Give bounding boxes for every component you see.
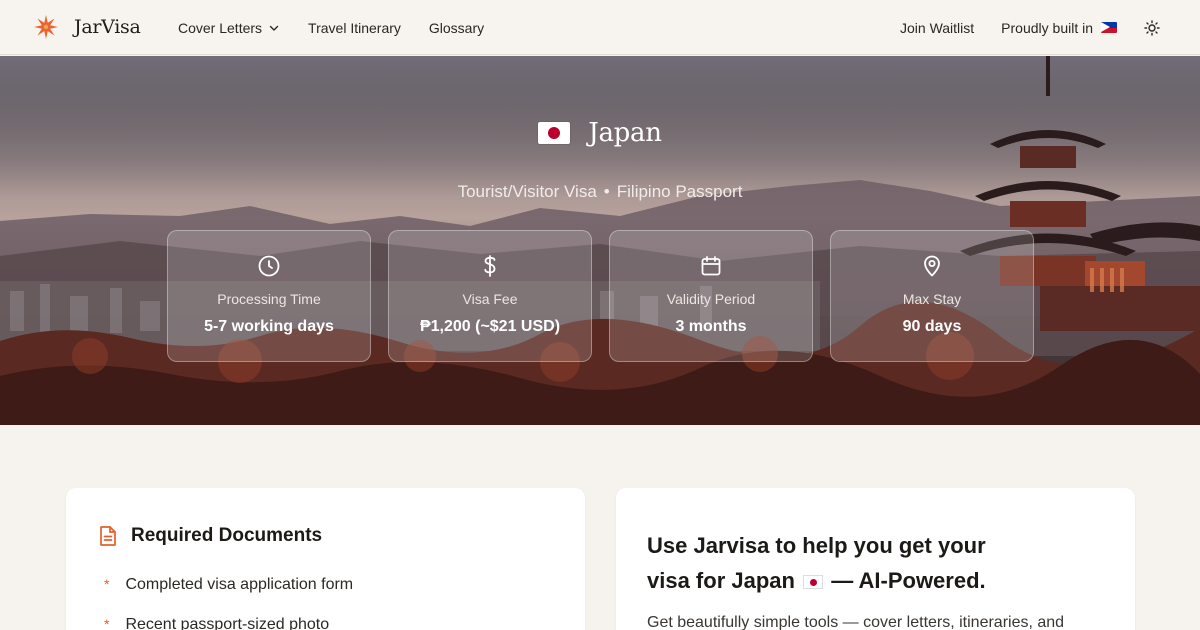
jarvisa-promo-card: Use Jarvisa to help you get your visa fo… — [616, 488, 1135, 630]
nav-glossary-link[interactable]: Glossary — [429, 20, 484, 36]
japan-flag-icon — [538, 122, 571, 144]
philippines-flag-icon — [1101, 22, 1117, 33]
visa-stats: Processing Time 5-7 working days Visa Fe… — [167, 230, 1034, 362]
sun-icon — [1144, 19, 1160, 36]
stat-card-max-stay: Max Stay 90 days — [830, 230, 1034, 362]
stat-value: 5-7 working days — [204, 318, 334, 335]
bullet-asterisk: * — [104, 576, 110, 592]
document-item-label: Recent passport-sized photo — [125, 616, 330, 630]
nav-travel-itinerary-link[interactable]: Travel Itinerary — [308, 20, 401, 36]
hero-banner: Japan Tourist/Visitor Visa • Filipino Pass… — [0, 56, 1200, 425]
country-title: Japan — [588, 118, 662, 148]
stat-label: Processing Time — [217, 291, 321, 307]
theme-toggle-button[interactable] — [1144, 19, 1160, 36]
stat-label: Validity Period — [666, 291, 756, 307]
required-documents-list: * Completed visa application form * Recent… — [104, 576, 353, 630]
promo-heading: Use Jarvisa to help you get your visa fo… — [647, 528, 1047, 598]
stat-value: 90 days — [902, 318, 962, 335]
passport-type: Filipino Passport — [616, 182, 743, 201]
calendar-icon — [701, 256, 721, 276]
nav-glossary-label: Glossary — [428, 19, 485, 36]
stat-card-processing-time: Processing Time 5-7 working days — [167, 230, 371, 362]
stat-value: 3 months — [675, 318, 747, 335]
stat-card-visa-fee: Visa Fee ₱1,200 (~$21 USD) — [388, 230, 592, 362]
brand-logo-link[interactable]: JarVisa — [33, 14, 141, 40]
document-item-label: Completed visa application form — [125, 576, 354, 593]
required-documents-card: Required Documents * Completed visa appli… — [66, 488, 585, 630]
join-waitlist-link[interactable]: Join Waitlist — [900, 20, 974, 36]
map-pin-icon — [924, 255, 940, 277]
promo-heading-line2-start: visa for Japan — [647, 568, 795, 593]
stat-label: Max Stay — [902, 291, 962, 307]
stat-label: Visa Fee — [462, 291, 518, 307]
required-documents-header: Required Documents — [98, 525, 322, 547]
primary-nav: Cover Letters Travel Itinerary Glossary — [178, 0, 484, 55]
promo-body-text: Get beautifully simple tools — cover let… — [647, 614, 1065, 630]
nav-cover-letters-label: Cover Letters — [178, 19, 263, 36]
stat-card-validity-period: Validity Period 3 months — [609, 230, 813, 362]
asterisk-flower-icon — [34, 15, 58, 39]
list-item: * Completed visa application form — [104, 576, 353, 616]
document-icon — [100, 526, 116, 546]
built-in-badge: Proudly built in — [1001, 20, 1117, 36]
visa-subtitle: Tourist/Visitor Visa • Filipino Passport — [0, 182, 1200, 202]
bullet-asterisk: * — [104, 616, 110, 630]
nav-cover-letters-dropdown[interactable]: Cover Letters — [178, 20, 280, 36]
brand-name: JarVisa — [74, 16, 141, 38]
nav-right: Join Waitlist Proudly built in — [900, 0, 1160, 55]
list-item: * Recent passport-sized photo — [104, 616, 353, 630]
hero-title-group: Japan — [0, 118, 1200, 148]
promo-heading-line2-end: — AI-Powered. — [831, 568, 986, 593]
visa-type: Tourist/Visitor Visa — [457, 182, 597, 201]
built-in-label: Proudly built in — [1001, 19, 1093, 36]
nav-travel-itinerary-label: Travel Itinerary — [308, 19, 401, 36]
stat-value: ₱1,200 (~$21 USD) — [419, 318, 561, 335]
dollar-icon — [484, 255, 496, 277]
top-nav: JarVisa Cover Letters Travel Itinerary G… — [0, 0, 1200, 55]
chevron-down-icon — [269, 25, 279, 31]
required-documents-title: Required Documents — [131, 525, 323, 546]
promo-heading-line1: Use Jarvisa to help you get your — [647, 533, 986, 558]
clock-icon — [258, 255, 280, 277]
japan-flag-icon — [803, 575, 824, 589]
separator-dot: • — [603, 182, 610, 201]
